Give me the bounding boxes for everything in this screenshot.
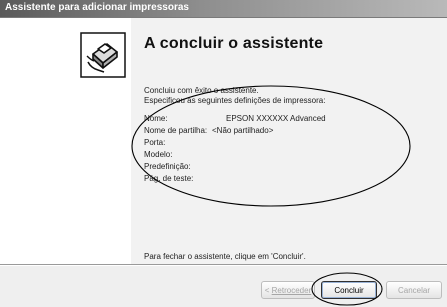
title-bar[interactable]: Assistente para adicionar impressoras	[0, 0, 447, 18]
page-heading: A concluir o assistente	[144, 35, 324, 52]
success-message: Concluiu com êxito o assistente.	[144, 86, 259, 95]
window-title: Assistente para adicionar impressoras	[5, 2, 189, 13]
setting-label-test-page: Pág. de teste:	[144, 174, 194, 183]
setting-label-model: Modelo:	[144, 150, 173, 159]
finish-button-label: Concluir	[334, 286, 364, 295]
finish-instruction: Para fechar o assistente, clique em 'Con…	[144, 252, 306, 261]
button-bar	[0, 266, 447, 307]
back-button-label: < Retroceder	[264, 286, 312, 295]
setting-label-share: Nome de partilha:	[144, 126, 208, 135]
setting-label-default: Predefinição:	[144, 162, 191, 171]
setting-value-share: <Não partilhado>	[212, 126, 274, 135]
setting-value-name: EPSON XXXXXX Advanced	[226, 114, 326, 123]
cancel-button[interactable]: Cancelar	[386, 281, 442, 299]
setting-label-name: Nome:	[144, 114, 168, 123]
back-button[interactable]: < Retroceder	[261, 281, 315, 299]
printer-hand-icon	[80, 32, 126, 78]
setting-label-port: Porta:	[144, 138, 166, 147]
cancel-button-label: Cancelar	[397, 286, 430, 295]
settings-intro: Especificou as seguintes definições de i…	[144, 96, 326, 105]
finish-button[interactable]: Concluir	[321, 281, 377, 299]
wizard-content	[131, 18, 447, 264]
